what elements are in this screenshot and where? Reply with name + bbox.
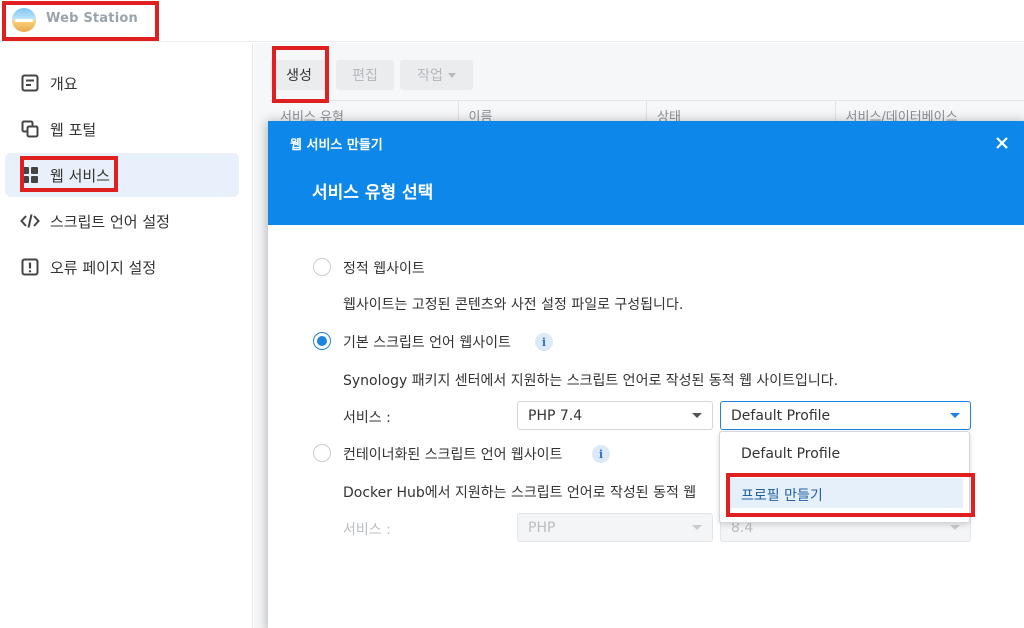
dialog-window-title: 웹 서비스 만들기 [290, 138, 383, 153]
sidebar-item-overview[interactable]: 개요 [5, 61, 239, 105]
php-version-select[interactable]: PHP 7.4 [517, 401, 713, 430]
sidebar: 개요 웹 포털 웹 서비스 스크립트 언어 설정 오류 페이지 설정 [0, 43, 253, 628]
sidebar-item-web-service[interactable]: 웹 서비스 [5, 153, 239, 197]
code-icon [20, 211, 40, 231]
close-button[interactable] [990, 131, 1014, 155]
create-button[interactable]: 생성 [270, 60, 328, 90]
sidebar-item-label: 웹 포털 [50, 120, 97, 139]
chevron-down-icon [950, 525, 960, 530]
overview-icon [20, 73, 40, 93]
profile-select[interactable]: Default Profile [720, 401, 971, 430]
profile-dropdown-list: Default Profile 프로필 만들기 [719, 431, 970, 523]
create-web-service-dialog: 웹 서비스 만들기 서비스 유형 선택 정적 웹사이트 웹사이트는 고정된 콘텐… [268, 121, 1024, 628]
edit-button[interactable]: 편집 [336, 60, 394, 90]
sidebar-item-label: 웹 서비스 [50, 166, 110, 185]
sidebar-item-web-portal[interactable]: 웹 포털 [5, 107, 239, 151]
sidebar-item-label: 스크립트 언어 설정 [50, 212, 170, 231]
action-button-label: 작업 [417, 68, 443, 84]
container-php-select[interactable]: PHP [517, 513, 713, 542]
chevron-down-icon [692, 413, 702, 418]
service-label: 서비스 : [343, 410, 391, 426]
chevron-down-icon [950, 413, 960, 418]
dialog-step-title: 서비스 유형 선택 [312, 183, 434, 203]
chevron-down-icon [447, 72, 456, 78]
info-icon[interactable]: i [535, 333, 553, 351]
chevron-down-icon [692, 525, 702, 530]
dialog-header: 웹 서비스 만들기 서비스 유형 선택 [268, 121, 1024, 225]
dropdown-item-create-profile[interactable]: 프로필 만들기 [726, 478, 963, 508]
app-title: Web Station [46, 11, 138, 26]
info-icon[interactable]: i [592, 445, 610, 463]
container-script-website-desc: Docker Hub에서 지원하는 스크립트 언어로 작성된 동적 웹 [343, 485, 697, 501]
close-icon [996, 137, 1008, 149]
web-service-icon [20, 165, 40, 185]
basic-script-website-label[interactable]: 기본 스크립트 언어 웹사이트 [343, 332, 511, 352]
sidebar-item-error-page[interactable]: 오류 페이지 설정 [5, 245, 239, 289]
sidebar-item-script-language[interactable]: 스크립트 언어 설정 [5, 199, 239, 243]
edit-button-label: 편집 [352, 68, 378, 84]
web-portal-icon [20, 119, 40, 139]
action-button[interactable]: 작업 [400, 60, 473, 90]
container-script-website-radio[interactable] [313, 444, 331, 462]
app-header: Web Station [0, 0, 1024, 42]
container-service-label: 서비스 : [343, 522, 391, 538]
container-php-value: PHP [528, 520, 556, 536]
static-website-desc: 웹사이트는 고정된 콘텐츠와 사전 설정 파일로 구성됩니다. [343, 297, 684, 313]
basic-script-website-desc: Synology 패키지 센터에서 지원하는 스크립트 언어로 작성된 동적 웹… [343, 373, 839, 389]
php-version-value: PHP 7.4 [528, 408, 583, 424]
sidebar-item-label: 오류 페이지 설정 [50, 258, 157, 277]
error-page-icon [20, 257, 40, 277]
dropdown-item-default-profile[interactable]: Default Profile [726, 439, 963, 469]
container-script-website-label[interactable]: 컨테이너화된 스크립트 언어 웹사이트 [343, 444, 562, 464]
profile-value: Default Profile [731, 408, 831, 424]
web-station-logo-icon [12, 8, 36, 32]
sidebar-item-label: 개요 [50, 74, 78, 93]
basic-script-website-radio[interactable] [313, 332, 331, 350]
static-website-label[interactable]: 정적 웹사이트 [343, 258, 425, 278]
static-website-radio[interactable] [313, 258, 331, 276]
